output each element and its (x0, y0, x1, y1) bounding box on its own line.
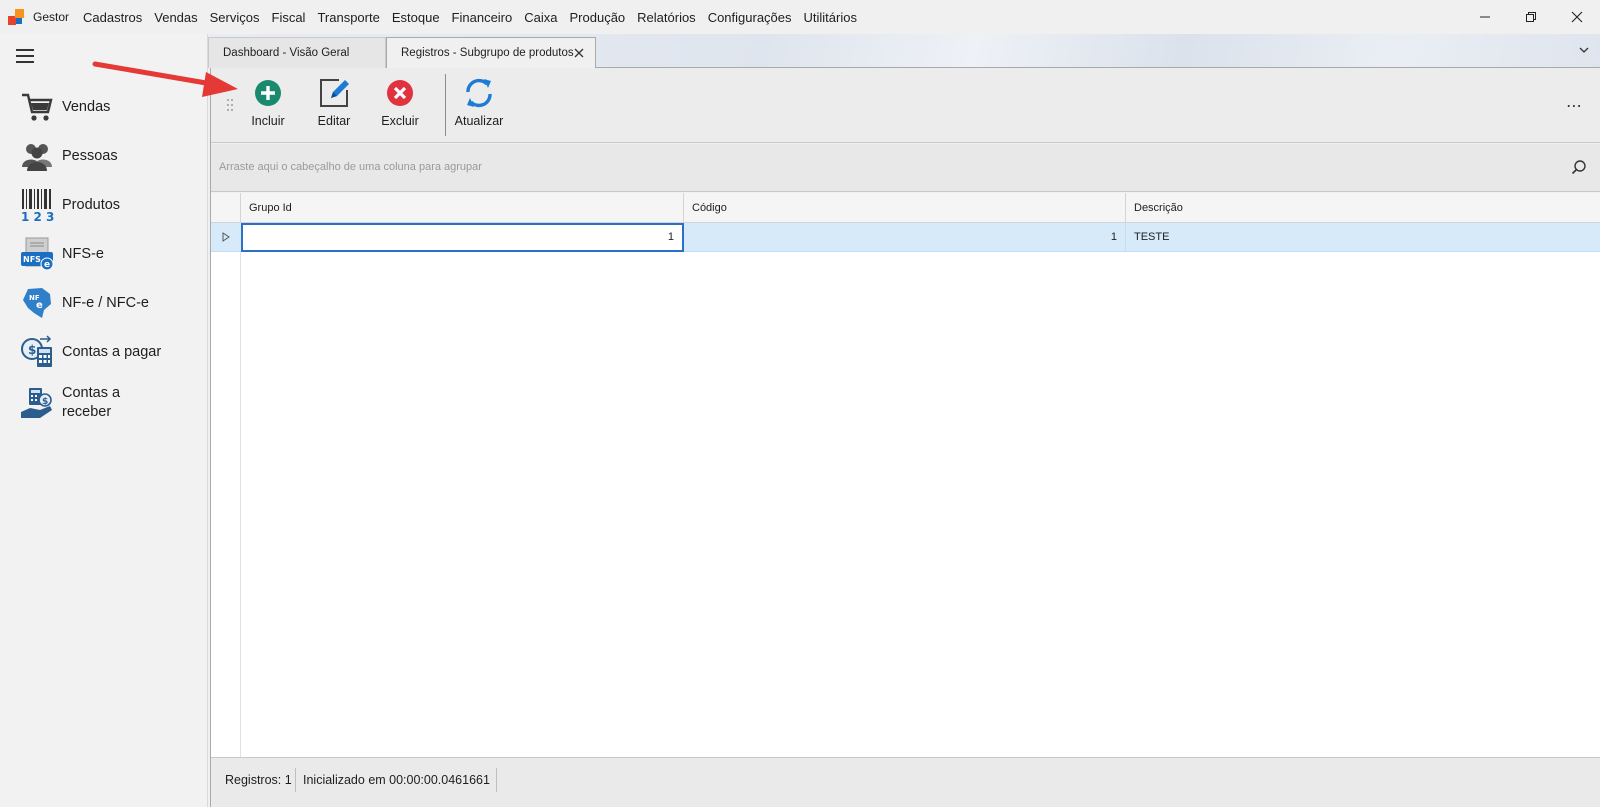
barcode-icon: 1 2 3 (21, 189, 54, 222)
more-options-button[interactable]: ⋯ (1566, 96, 1583, 116)
toolbar: Incluir Editar Excluir Atualizar ⋯ (211, 68, 1600, 143)
menu-fiscal[interactable]: Fiscal (272, 10, 306, 25)
sidebar-item-produtos[interactable]: 1 2 3 Produtos (20, 188, 200, 222)
sidebar-item-contas-pagar[interactable]: $ Contas a pagar (20, 335, 200, 369)
sidebar-item-contas-receber[interactable]: $ Contas a receber (20, 384, 200, 422)
people-icon (22, 144, 52, 171)
close-icon (1571, 11, 1583, 23)
cell-codigo[interactable]: 1 (684, 223, 1126, 252)
sidebar-item-label: NF-e / NFC-e (62, 294, 149, 311)
refresh-icon (466, 78, 492, 108)
menu-gestor[interactable]: Gestor (33, 10, 69, 24)
cell-grupo-id[interactable]: 1 (241, 223, 684, 252)
search-icon[interactable] (1571, 159, 1587, 175)
svg-text:e: e (36, 300, 43, 311)
status-bar: Registros: 1 Inicializado em 00:00:00.04… (211, 757, 1600, 807)
calculator-icon: $ (21, 335, 52, 367)
atualizar-label: Atualizar (454, 114, 504, 128)
sidebar: Vendas Pessoas 1 2 3 Produtos NFS e NFS-… (0, 34, 208, 807)
menu-relatorios[interactable]: Relatórios (637, 10, 696, 25)
svg-text:$: $ (42, 397, 48, 407)
nfe-icon: NF e (23, 288, 51, 318)
close-tab-icon[interactable] (573, 47, 585, 59)
sidebar-item-label: Contas a pagar (62, 343, 162, 360)
window-controls (1462, 0, 1600, 34)
excluir-button[interactable]: Excluir (369, 78, 431, 136)
menu-producao[interactable]: Produção (570, 10, 626, 25)
menu-transporte[interactable]: Transporte (317, 10, 379, 25)
header-indicator-cell (211, 193, 241, 223)
sidebar-item-label: NFS-e (62, 245, 104, 262)
svg-text:$: $ (28, 343, 36, 357)
hand-money-icon: $ (21, 388, 52, 418)
close-window-button[interactable] (1554, 0, 1600, 34)
sidebar-item-nfse[interactable]: NFS e NFS-e (20, 237, 200, 271)
atualizar-button[interactable]: Atualizar (448, 78, 510, 136)
column-header-grupo-id[interactable]: Grupo Id (241, 193, 684, 223)
menu-caixa[interactable]: Caixa (524, 10, 557, 25)
menu-cadastros[interactable]: Cadastros (83, 10, 142, 25)
app-logo-icon (8, 9, 24, 25)
excluir-label: Excluir (381, 114, 419, 128)
restore-button[interactable] (1508, 0, 1554, 34)
editar-label: Editar (317, 114, 351, 128)
sidebar-item-nfe[interactable]: NF e NF-e / NFC-e (20, 286, 200, 320)
tab-subgrupo-produtos[interactable]: Registros - Subgrupo de produtos (386, 37, 596, 69)
menu-configuracoes[interactable]: Configurações (708, 10, 792, 25)
edit-icon (320, 79, 349, 107)
status-initialized: Inicializado em 00:00:00.0461661 (303, 773, 490, 787)
svg-text:1 2 3: 1 2 3 (21, 210, 54, 222)
status-separator (295, 768, 296, 792)
menu-estoque[interactable]: Estoque (392, 10, 440, 25)
sidebar-item-label: Contas a receber (62, 385, 121, 420)
menu-vendas[interactable]: Vendas (154, 10, 197, 25)
editar-button[interactable]: Editar (303, 78, 365, 136)
hamburger-menu-icon[interactable] (16, 49, 34, 63)
svg-text:NFS: NFS (23, 255, 41, 264)
menu-servicos[interactable]: Serviços (210, 10, 260, 25)
sidebar-item-pessoas[interactable]: Pessoas (20, 139, 200, 173)
tab-label: Dashboard - Visão Geral (223, 47, 350, 59)
cart-icon (22, 93, 53, 121)
cell-descricao[interactable]: TESTE (1126, 223, 1600, 252)
sidebar-item-label: Produtos (62, 196, 121, 213)
group-panel-hint: Arraste aqui o cabeçalho de uma coluna p… (219, 161, 482, 173)
tab-strip: Dashboard - Visão Geral Registros - Subg… (208, 34, 1600, 69)
menu-bar: Gestor Cadastros Vendas Serviços Fiscal … (0, 0, 1600, 34)
tab-label: Registros - Subgrupo de produtos (401, 47, 574, 59)
row-indicator-icon (222, 232, 230, 242)
nfse-icon: NFS e (21, 237, 54, 271)
minimize-button[interactable] (1462, 0, 1508, 34)
toolbar-separator (445, 74, 446, 136)
column-header-descricao[interactable]: Descrição (1126, 193, 1600, 223)
tab-dashboard[interactable]: Dashboard - Visão Geral (208, 37, 386, 68)
incluir-label: Incluir (251, 114, 285, 128)
incluir-button[interactable]: Incluir (237, 78, 299, 136)
data-grid: Grupo Id Código Descrição 1 1 TESTE (211, 193, 1600, 757)
status-separator (496, 768, 497, 792)
svg-text:e: e (44, 260, 50, 270)
column-header-codigo[interactable]: Código (684, 193, 1126, 223)
menu-utilitarios[interactable]: Utilitários (804, 10, 857, 25)
status-records: Registros: 1 (225, 773, 292, 787)
minimize-icon (1480, 16, 1490, 18)
sidebar-item-vendas[interactable]: Vendas (20, 90, 200, 124)
row-indicator-column (211, 193, 241, 757)
grip-handle-icon[interactable] (226, 98, 234, 112)
content-panel: Incluir Editar Excluir Atualizar ⋯ Arras… (210, 68, 1600, 807)
sidebar-item-label: Vendas (62, 98, 111, 115)
delete-icon (387, 80, 413, 106)
grid-header: Grupo Id Código Descrição (211, 193, 1600, 223)
restore-icon (1526, 12, 1536, 22)
menu-financeiro[interactable]: Financeiro (452, 10, 513, 25)
chevron-down-icon[interactable] (1578, 44, 1590, 56)
add-icon (255, 80, 281, 106)
table-row[interactable]: 1 1 TESTE (211, 223, 1600, 252)
menu-items: Gestor Cadastros Vendas Serviços Fiscal … (33, 0, 869, 34)
group-panel[interactable]: Arraste aqui o cabeçalho de uma coluna p… (211, 144, 1600, 192)
sidebar-item-label: Pessoas (62, 147, 118, 164)
